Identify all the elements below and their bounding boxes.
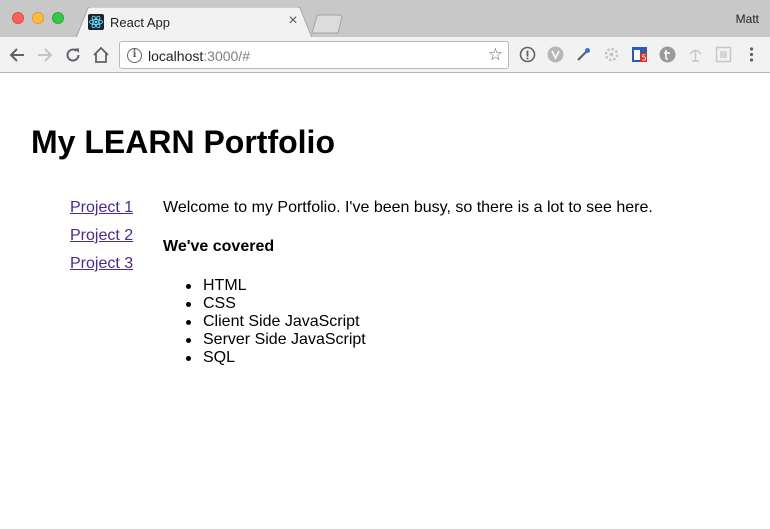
tab-strip: React App × Matt [0, 0, 770, 38]
tab-title: React App [110, 15, 170, 30]
gear-extension-icon[interactable] [603, 46, 620, 63]
list-item: CSS [163, 295, 366, 313]
bullet-icon [186, 356, 191, 361]
home-icon[interactable] [91, 45, 111, 65]
bookmark-star-icon[interactable]: ☆ [488, 45, 503, 65]
minimize-window-button[interactable] [32, 12, 44, 24]
svg-text:5: 5 [642, 54, 647, 63]
info-circle-extension-icon[interactable] [519, 46, 536, 63]
topics-list: HTML CSS Client Side JavaScript Server S… [163, 277, 366, 367]
grid-extension-icon[interactable] [715, 46, 732, 63]
list-item: Client Side JavaScript [163, 313, 366, 331]
reload-icon[interactable] [63, 45, 83, 65]
profile-name[interactable]: Matt [736, 12, 759, 26]
back-arrow-icon[interactable] [7, 45, 27, 65]
close-icon[interactable]: × [286, 13, 300, 29]
bullet-icon [186, 338, 191, 343]
welcome-text: Welcome to my Portfolio. I've been busy,… [163, 199, 653, 216]
covered-heading: We've covered [163, 238, 275, 255]
new-tab-button[interactable] [308, 14, 346, 34]
bullet-icon [186, 284, 191, 289]
forward-arrow-icon[interactable] [35, 45, 55, 65]
bullet-icon [186, 320, 191, 325]
page-title: My LEARN Portfolio [31, 124, 335, 160]
maximize-window-button[interactable] [52, 12, 64, 24]
browser-tab[interactable]: React App × [76, 7, 312, 38]
nav-link-project-1[interactable]: Project 1 [70, 199, 133, 217]
browser-toolbar: i localhost:3000/# ☆ 5 [0, 37, 770, 73]
eyedropper-icon[interactable] [575, 46, 592, 63]
menu-kebab-icon[interactable] [743, 46, 760, 63]
cloud-extension-icon[interactable] [687, 46, 704, 63]
calendar-extension-icon[interactable]: 5 [631, 46, 648, 63]
url-text[interactable]: localhost:3000/# [148, 48, 250, 64]
close-window-button[interactable] [12, 12, 24, 24]
info-icon[interactable]: i [127, 48, 142, 63]
react-icon [88, 14, 104, 30]
list-item: SQL [163, 349, 366, 367]
tracker-extension-icon[interactable] [659, 46, 676, 63]
nav-link-project-2[interactable]: Project 2 [70, 227, 133, 245]
address-bar[interactable]: i localhost:3000/# ☆ [119, 41, 509, 69]
list-item: HTML [163, 277, 366, 295]
nav-link-project-3[interactable]: Project 3 [70, 255, 133, 273]
vue-extension-icon[interactable] [547, 46, 564, 63]
list-item: Server Side JavaScript [163, 331, 366, 349]
bullet-icon [186, 302, 191, 307]
